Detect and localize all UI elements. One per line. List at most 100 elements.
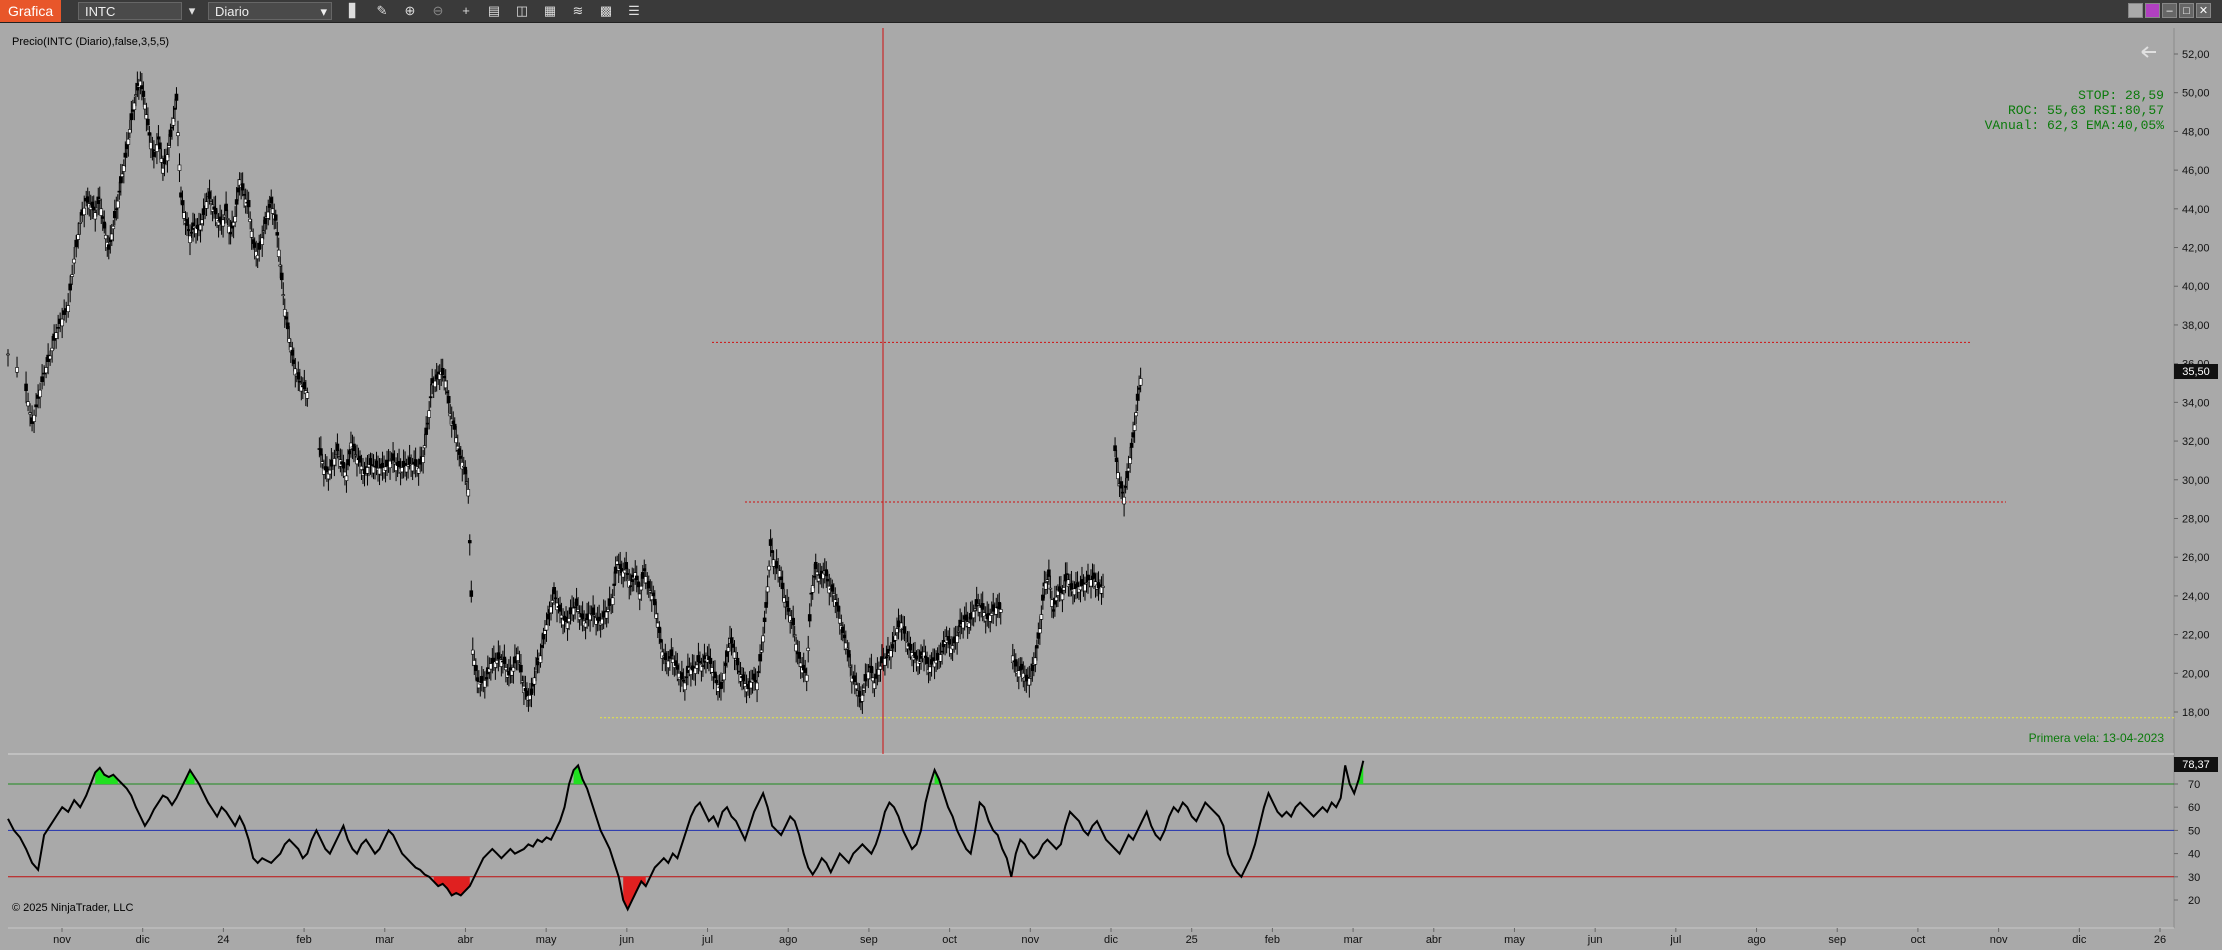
color-icon[interactable]: [2145, 3, 2160, 18]
candle-body: [902, 626, 907, 634]
candle-body: [76, 234, 80, 240]
candle-body: [116, 200, 120, 209]
candle-body: [32, 414, 36, 422]
maximize-icon[interactable]: □: [2179, 3, 2194, 18]
candle-body: [639, 585, 644, 591]
list-icon[interactable]: ☰: [624, 2, 644, 20]
candle-body: [275, 232, 280, 236]
y-tick-label: 50,00: [2182, 88, 2210, 100]
x-axis-ticks: nov dic 24 feb mar abr may jun jul ago sep oct nov di…: [53, 928, 2166, 946]
candle-body: [804, 674, 809, 682]
strategies-icon[interactable]: ◫: [512, 2, 532, 20]
toolbar: Grafica INTC ▾ Diario ▾ ▋ ✎ ⊕ ⊖ + ▤ ◫ ▦ …: [0, 0, 2222, 23]
candle-body: [141, 90, 146, 97]
x-tick-label: nov: [1990, 934, 2008, 946]
pencil-icon[interactable]: ✎: [372, 2, 392, 20]
candle-body: [74, 239, 78, 248]
chart-tab[interactable]: Grafica: [0, 0, 62, 22]
data-box-icon[interactable]: ▩: [596, 2, 616, 20]
candle-body: [755, 682, 759, 691]
indicators-icon[interactable]: ▦: [540, 2, 560, 20]
x-tick-label: jun: [619, 934, 635, 946]
rsi-value-badge: 78,37: [2174, 757, 2218, 772]
candle-body: [70, 274, 74, 277]
y-tick-label: 30,00: [2182, 475, 2210, 487]
zoom-out-icon[interactable]: ⊖: [428, 2, 448, 20]
candle-body: [279, 272, 284, 281]
y-tick-label: 44,00: [2182, 204, 2210, 216]
chevron-down-icon[interactable]: ▾: [182, 2, 202, 20]
candle-body: [467, 540, 472, 544]
candle-body: [1129, 442, 1134, 448]
crosshair-icon[interactable]: +: [456, 2, 476, 20]
candle-body: [62, 310, 66, 315]
candle-body: [281, 294, 286, 296]
y-tick-label: 38,00: [2182, 320, 2210, 332]
instrument-selector[interactable]: INTC: [78, 2, 182, 20]
x-tick-label: may: [1504, 934, 1525, 946]
candle-body: [1134, 412, 1138, 417]
candle-body: [28, 412, 32, 415]
candle-body: [792, 634, 797, 636]
candle-body: [48, 355, 52, 360]
candle-body: [762, 617, 767, 622]
candle-body: [26, 401, 30, 407]
candle-body: [1122, 496, 1126, 505]
candle-body: [126, 138, 131, 145]
x-tick-label: abr: [1426, 934, 1442, 946]
y-tick-label: 20,00: [2182, 668, 2210, 680]
zoom-in-icon[interactable]: ⊕: [400, 2, 420, 20]
rsi-value-label: 78,37: [2182, 759, 2210, 771]
close-icon[interactable]: ✕: [2196, 3, 2211, 18]
candle-body: [24, 383, 28, 392]
candle-body: [624, 562, 629, 570]
candle-body: [38, 389, 42, 398]
x-tick-label: may: [536, 934, 557, 946]
y-tick-label: 22,00: [2182, 630, 2210, 642]
candle-body: [42, 372, 46, 375]
price-y-ticks: 52,00 50,00 48,00 46,00 44,00 42,00 40,00 38,00…: [2174, 49, 2210, 719]
drawing-tools-icon[interactable]: ≋: [568, 2, 588, 20]
info-vanual-ema: VAnual: 62,3 EMA:40,05%: [1985, 118, 2165, 133]
candle-body: [146, 118, 150, 126]
last-price-label: 35,50: [2182, 366, 2210, 378]
restore-icon[interactable]: [2128, 3, 2143, 18]
x-tick-label: 24: [217, 934, 229, 946]
candle-body: [761, 635, 765, 643]
minimize-icon[interactable]: –: [2162, 3, 2177, 18]
info-stop: STOP: 28,59: [2078, 88, 2164, 103]
candle-body: [335, 443, 340, 452]
candle-body: [1138, 378, 1143, 386]
y-tick-label: 28,00: [2182, 513, 2210, 525]
y-tick-label: 42,00: [2182, 243, 2210, 255]
rsi-tick-label: 60: [2188, 802, 2200, 814]
chart-canvas[interactable]: 52,00 50,00 48,00 46,00 44,00 42,00 40,00 38,00…: [0, 22, 2222, 950]
candle-body: [1048, 587, 1053, 590]
candle-body: [34, 404, 38, 408]
candle-body: [791, 617, 795, 626]
candle-body: [167, 145, 171, 148]
rsi-y-ticks: 70 60 50 40 30 20: [2174, 779, 2200, 907]
candle-body: [1132, 424, 1137, 431]
x-tick-label: feb: [1265, 934, 1280, 946]
info-roc-rsi: ROC: 55,63 RSI:80,57: [2008, 103, 2164, 118]
x-tick-label: jul: [701, 934, 713, 946]
x-tick-label: 26: [2154, 934, 2166, 946]
candle-body: [1039, 614, 1044, 620]
rsi-tick-label: 50: [2188, 825, 2200, 837]
y-tick-label: 26,00: [2182, 552, 2210, 564]
x-tick-label: oct: [942, 934, 957, 946]
candle-body: [305, 392, 310, 399]
x-tick-label: mar: [1344, 934, 1363, 946]
candle-body: [246, 200, 251, 208]
x-tick-label: dic: [2072, 934, 2087, 946]
x-tick-label: dic: [136, 934, 151, 946]
y-tick-label: 24,00: [2182, 591, 2210, 603]
candle-body: [78, 222, 82, 224]
properties-icon[interactable]: ▤: [484, 2, 504, 20]
rsi-tick-label: 70: [2188, 779, 2200, 791]
candle-body: [767, 565, 771, 571]
bar-chart-icon[interactable]: ▋: [344, 2, 364, 20]
period-selector[interactable]: Diario ▾: [208, 2, 332, 20]
candle-body: [765, 586, 770, 593]
